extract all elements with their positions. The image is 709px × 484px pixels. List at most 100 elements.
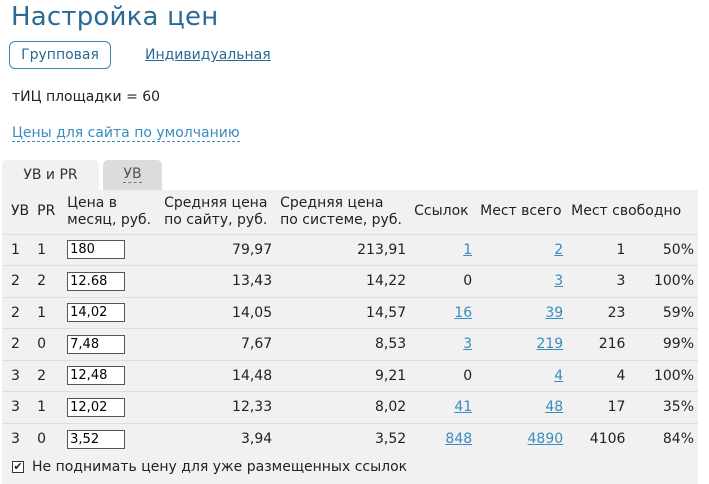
header-avg-system-line2: по системе, руб.: [280, 211, 402, 228]
price-input[interactable]: [67, 334, 126, 354]
keep-price-option: ✔ Не поднимать цену для уже размещенных …: [12, 459, 407, 475]
prices-table: УВ PR Цена в месяц, руб. Средняя цена по…: [2, 190, 698, 455]
avg-site-price-cell: 3,94: [240, 431, 273, 447]
header-pr: PR: [37, 203, 56, 220]
links-count-link[interactable]: 1: [463, 242, 472, 258]
places-free-cell: 3: [616, 273, 626, 290]
header-price-line2: месяц, руб.: [67, 211, 152, 228]
avg-site-price-cell: 12,33: [232, 399, 273, 416]
mode-group-button[interactable]: Групповая: [9, 41, 111, 69]
header-avg-site-line1: Средняя цена: [164, 194, 268, 211]
mode-individual-link[interactable]: Индивидуальная: [145, 47, 271, 63]
header-price: Цена в месяц, руб.: [63, 190, 160, 234]
tab-uv-pr[interactable]: УВ и PR: [2, 160, 99, 190]
places-free-percent-cell: 100%: [653, 367, 694, 384]
header-links: Ссылок: [414, 203, 469, 220]
avg-site-price-cell: 14,05: [232, 304, 273, 321]
uv-cell: 2: [11, 304, 20, 321]
uv-cell: 2: [11, 273, 20, 290]
places-free-percent-cell: 50%: [662, 241, 694, 258]
pr-cell: 2: [37, 367, 47, 384]
pr-cell: 1: [37, 399, 47, 416]
places-total-link[interactable]: 2: [554, 242, 563, 258]
header-places-free: Мест свободно: [571, 203, 682, 220]
price-cell: [63, 360, 160, 392]
links-cell: 1: [410, 234, 476, 266]
pr-cell: 1: [37, 241, 47, 258]
places-total-link[interactable]: 4: [554, 368, 563, 384]
tab-uv-label: УВ: [123, 166, 142, 183]
links-count-link[interactable]: 16: [454, 305, 472, 321]
places-total-cell: 2: [476, 234, 567, 266]
avg-site-price-cell: 14,48: [232, 367, 273, 384]
keep-price-label: Не поднимать цену для уже размещенных сс…: [32, 459, 408, 475]
table-row: 22 13,43 14,22 0 3 3 100%: [2, 265, 698, 298]
header-avg-site-line2: по сайту, руб.: [164, 211, 268, 228]
places-total-link[interactable]: 219: [536, 336, 563, 352]
default-prices-link[interactable]: Цены для сайта по умолчанию: [12, 125, 240, 142]
avg-system-price-cell: 213,91: [357, 241, 407, 258]
avg-system-price-cell: 3,52: [374, 431, 407, 447]
table-row: 3 0 3,94 3,52 848 4890 4106 84%: [2, 423, 698, 455]
price-input[interactable]: [67, 397, 126, 417]
price-input[interactable]: [67, 429, 126, 449]
places-free-cell: 216: [598, 336, 626, 353]
avg-site-price-cell: 13,43: [232, 273, 273, 290]
price-input[interactable]: [67, 240, 126, 260]
prices-panel: УВ PR Цена в месяц, руб. Средняя цена по…: [2, 190, 698, 484]
places-total-cell: 3: [476, 266, 567, 298]
keep-price-checkbox[interactable]: ✔: [12, 461, 24, 473]
places-total-link[interactable]: 3: [554, 273, 563, 289]
header-price-line1: Цена в: [67, 194, 118, 211]
places-total-link[interactable]: 4890: [528, 431, 564, 447]
places-free-percent-cell: 35%: [662, 399, 694, 416]
places-total-link[interactable]: 48: [545, 399, 563, 415]
page-title: Настройка цен: [11, 2, 219, 32]
price-cell: [63, 329, 160, 361]
avg-system-price-cell: 9,21: [374, 367, 407, 384]
price-input[interactable]: [67, 366, 126, 386]
table-row: 1179,97213,9112150%: [2, 234, 698, 266]
header-uv: УВ: [11, 203, 30, 220]
table-row: 21 14,05 14,57 16 39 23 59%: [2, 297, 698, 329]
places-total-cell: 48: [476, 392, 567, 424]
price-cell: [63, 297, 160, 329]
avg-system-price-cell: 14,22: [366, 273, 407, 290]
avg-system-price-cell: 8,53: [374, 336, 407, 353]
tic-value: тИЦ площадки = 60: [12, 89, 161, 105]
pr-cell: 0: [37, 336, 47, 353]
table-header-row: УВ PR Цена в месяц, руб. Средняя цена по…: [2, 190, 698, 234]
avg-system-price-cell: 14,57: [366, 304, 407, 321]
places-total-cell: 219: [476, 329, 567, 361]
places-total-link[interactable]: 39: [545, 305, 563, 321]
pr-cell: 1: [37, 304, 47, 321]
links-count-link[interactable]: 3: [463, 336, 472, 352]
links-cell: 0: [463, 367, 473, 384]
table-row: 32 14,48 9,21 0 4 4 100%: [2, 360, 698, 392]
table-row: 31 12,33 8,02 41 48 17 35%: [2, 391, 698, 424]
price-cell: [63, 266, 160, 298]
avg-system-price-cell: 8,02: [374, 399, 407, 416]
places-free-percent-cell: 59%: [662, 304, 694, 321]
tab-uv[interactable]: УВ: [103, 160, 162, 190]
uv-cell: 2: [11, 336, 20, 353]
header-places-total: Мест всего: [480, 203, 562, 220]
places-free-percent-cell: 84%: [662, 431, 694, 447]
price-input[interactable]: [67, 303, 126, 323]
uv-cell: 1: [11, 241, 20, 258]
avg-site-price-cell: 7,67: [240, 336, 273, 353]
places-free-cell: 1: [616, 241, 626, 258]
links-cell: 16: [410, 297, 476, 329]
places-total-cell: 4890: [476, 423, 567, 455]
links-cell: 3: [410, 329, 476, 361]
places-free-percent-cell: 100%: [653, 273, 694, 290]
links-count-link[interactable]: 41: [454, 399, 472, 415]
price-input[interactable]: [67, 271, 126, 291]
links-count-link[interactable]: 848: [445, 431, 472, 447]
links-cell: 0: [463, 273, 473, 290]
header-avg-site: Средняя цена по сайту, руб.: [160, 190, 276, 234]
uv-cell: 3: [11, 431, 20, 447]
pr-cell: 2: [37, 273, 47, 290]
pr-cell: 0: [37, 431, 47, 447]
header-avg-system: Средняя цена по системе, руб.: [276, 190, 410, 234]
